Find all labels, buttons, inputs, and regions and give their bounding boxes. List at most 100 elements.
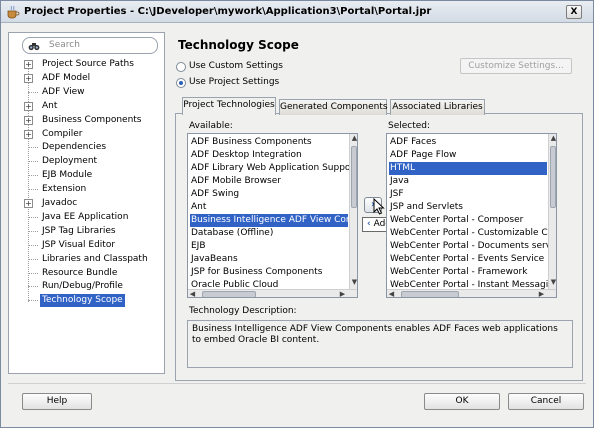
tree-item-label: ADF View <box>42 86 85 97</box>
tab-generated-components[interactable]: Generated Components <box>279 99 388 115</box>
close-button[interactable]: X <box>566 5 582 19</box>
move-left-icon: ‹ <box>367 219 371 229</box>
tree-item-label: Run/Debug/Profile <box>42 281 123 292</box>
tree-connector <box>28 230 38 232</box>
scroll-down-icon[interactable]: ▼ <box>549 278 556 287</box>
search-placeholder: Search <box>49 40 80 50</box>
selected-horizontal-scrollbar[interactable]: ◀ ▶ <box>387 289 556 297</box>
tree-item-label: JSP Visual Editor <box>42 239 116 250</box>
available-horizontal-scrollbar[interactable]: ◀ ▶ <box>188 289 357 297</box>
scrollbar-thumb[interactable] <box>202 291 256 297</box>
tree-guide-line <box>28 62 29 302</box>
tree-item-label: Deployment <box>42 156 98 167</box>
list-item[interactable]: Ant <box>190 201 207 214</box>
use-project-settings-label[interactable]: Use Project Settings <box>189 77 279 87</box>
selected-technologies-list[interactable]: WebCenter Portal - Instant Messaging and… <box>386 133 557 298</box>
list-item[interactable]: ADF Business Components <box>190 136 313 149</box>
available-label: Available: <box>189 121 233 131</box>
scrollbar-thumb[interactable] <box>351 146 357 208</box>
expand-plus-icon[interactable]: + <box>24 101 33 111</box>
scroll-right-icon[interactable]: ▶ <box>338 290 347 297</box>
use-custom-settings-radio[interactable] <box>176 62 186 72</box>
tab-project-technologies[interactable]: Project Technologies <box>182 97 276 115</box>
tree-connector <box>28 175 38 177</box>
list-item[interactable]: ADF Mobile Browser <box>190 175 282 188</box>
list-item[interactable]: ADF Page Flow <box>389 149 457 162</box>
list-item[interactable]: JSP and Servlets <box>389 201 464 214</box>
scrollbar-thumb[interactable] <box>401 291 459 297</box>
tree-item-label: Dependencies <box>42 142 107 153</box>
tree-item-label: EJB Module <box>42 170 93 181</box>
list-item[interactable]: WebCenter Portal - Framework <box>389 266 528 279</box>
tree-item-label: Project Source Paths <box>42 59 134 69</box>
tree-connector <box>28 286 38 288</box>
help-button[interactable]: Help <box>22 393 92 410</box>
list-item[interactable]: JSF <box>389 188 405 201</box>
list-item[interactable]: ADF Faces <box>389 136 437 149</box>
tree-item-label: Java EE Application <box>42 211 129 222</box>
customize-settings-button[interactable]: Customize Settings... <box>460 58 572 74</box>
tree-connector <box>28 216 38 218</box>
scroll-up-icon[interactable]: ▲ <box>549 134 556 143</box>
list-item[interactable]: JavaBeans <box>190 253 239 266</box>
tree-connector <box>28 258 38 260</box>
tree-connector <box>28 244 38 246</box>
use-project-settings-radio[interactable] <box>176 78 186 88</box>
technology-description-text: Business Intelligence ADF View Component… <box>192 324 558 345</box>
mouse-pointer-icon <box>373 198 385 215</box>
scroll-right-icon[interactable]: ▶ <box>537 290 546 297</box>
tab-associated-libraries[interactable]: Associated Libraries <box>390 99 485 115</box>
title-bar[interactable]: Project Properties - C:\JDeveloper\mywor… <box>1 1 593 23</box>
window-title: Project Properties - C:\JDeveloper\mywor… <box>24 6 432 17</box>
list-item[interactable]: WebCenter Portal - Composer <box>389 214 524 227</box>
search-input[interactable]: Search <box>22 37 158 54</box>
available-technologies-list[interactable]: Oracle Public Cloud JSP for Business Comp… <box>187 133 358 298</box>
list-item[interactable]: EJB <box>190 240 207 253</box>
scroll-left-icon[interactable]: ◀ <box>188 290 197 297</box>
list-item[interactable]: Java <box>389 175 410 188</box>
selected-label: Selected: <box>388 121 431 131</box>
tree-item-label: Javadoc <box>42 198 78 208</box>
tree-item-label: Resource Bundle <box>42 267 118 278</box>
available-vertical-scrollbar[interactable]: ▲ ▼ <box>349 134 357 289</box>
list-item[interactable]: ADF Desktop Integration <box>190 149 303 162</box>
scrollbar-thumb[interactable] <box>550 146 556 208</box>
tree-item-label: Extension <box>42 184 87 195</box>
tree-item-label: Compiler <box>42 128 83 139</box>
scroll-up-icon[interactable]: ▲ <box>350 134 357 143</box>
list-item[interactable]: JSP for Business Components <box>190 266 323 279</box>
ok-button[interactable]: OK <box>424 393 500 410</box>
tree-item-label: Technology Scope <box>40 294 125 308</box>
list-item[interactable]: Business Intelligence ADF View Component… <box>190 214 357 227</box>
cancel-button[interactable]: Cancel <box>508 393 584 410</box>
scroll-left-icon[interactable]: ◀ <box>387 290 396 297</box>
technology-description-label: Technology Description: <box>189 306 297 316</box>
binoculars-icon <box>28 43 40 51</box>
scroll-down-icon[interactable]: ▼ <box>350 278 357 287</box>
list-item[interactable]: HTML <box>389 162 547 175</box>
tree-item-label: JSP Tag Libraries <box>42 225 116 236</box>
list-item[interactable]: Database (Offline) <box>190 227 274 240</box>
list-item[interactable]: WebCenter Portal - Documents service <box>389 240 556 253</box>
tree-item-label: Ant <box>42 100 58 111</box>
selected-vertical-scrollbar[interactable]: ▲ ▼ <box>548 134 556 289</box>
tree-connector <box>28 147 38 149</box>
footer-divider <box>8 383 586 384</box>
expand-plus-icon[interactable]: + <box>24 199 33 208</box>
expand-plus-icon[interactable]: + <box>24 115 33 125</box>
use-custom-settings-label[interactable]: Use Custom Settings <box>189 61 283 71</box>
close-icon: X <box>570 7 578 17</box>
coffee-cup-icon <box>7 5 20 19</box>
tree-connector <box>28 161 38 163</box>
tree-connector <box>28 91 38 93</box>
list-item[interactable]: WebCenter Portal - Customizable Componen… <box>389 227 556 240</box>
list-item[interactable]: WebCenter Portal - Events Service <box>389 253 545 266</box>
expand-plus-icon[interactable]: + <box>24 60 33 69</box>
tree-connector <box>28 272 38 274</box>
tree-item-label: Business Components <box>42 114 142 125</box>
expand-plus-icon[interactable]: + <box>24 129 33 139</box>
list-item[interactable]: ADF Library Web Application Support <box>190 162 357 175</box>
list-item[interactable]: ADF Swing <box>190 188 240 201</box>
tree-connector <box>28 189 38 191</box>
expand-plus-icon[interactable]: + <box>24 73 33 83</box>
